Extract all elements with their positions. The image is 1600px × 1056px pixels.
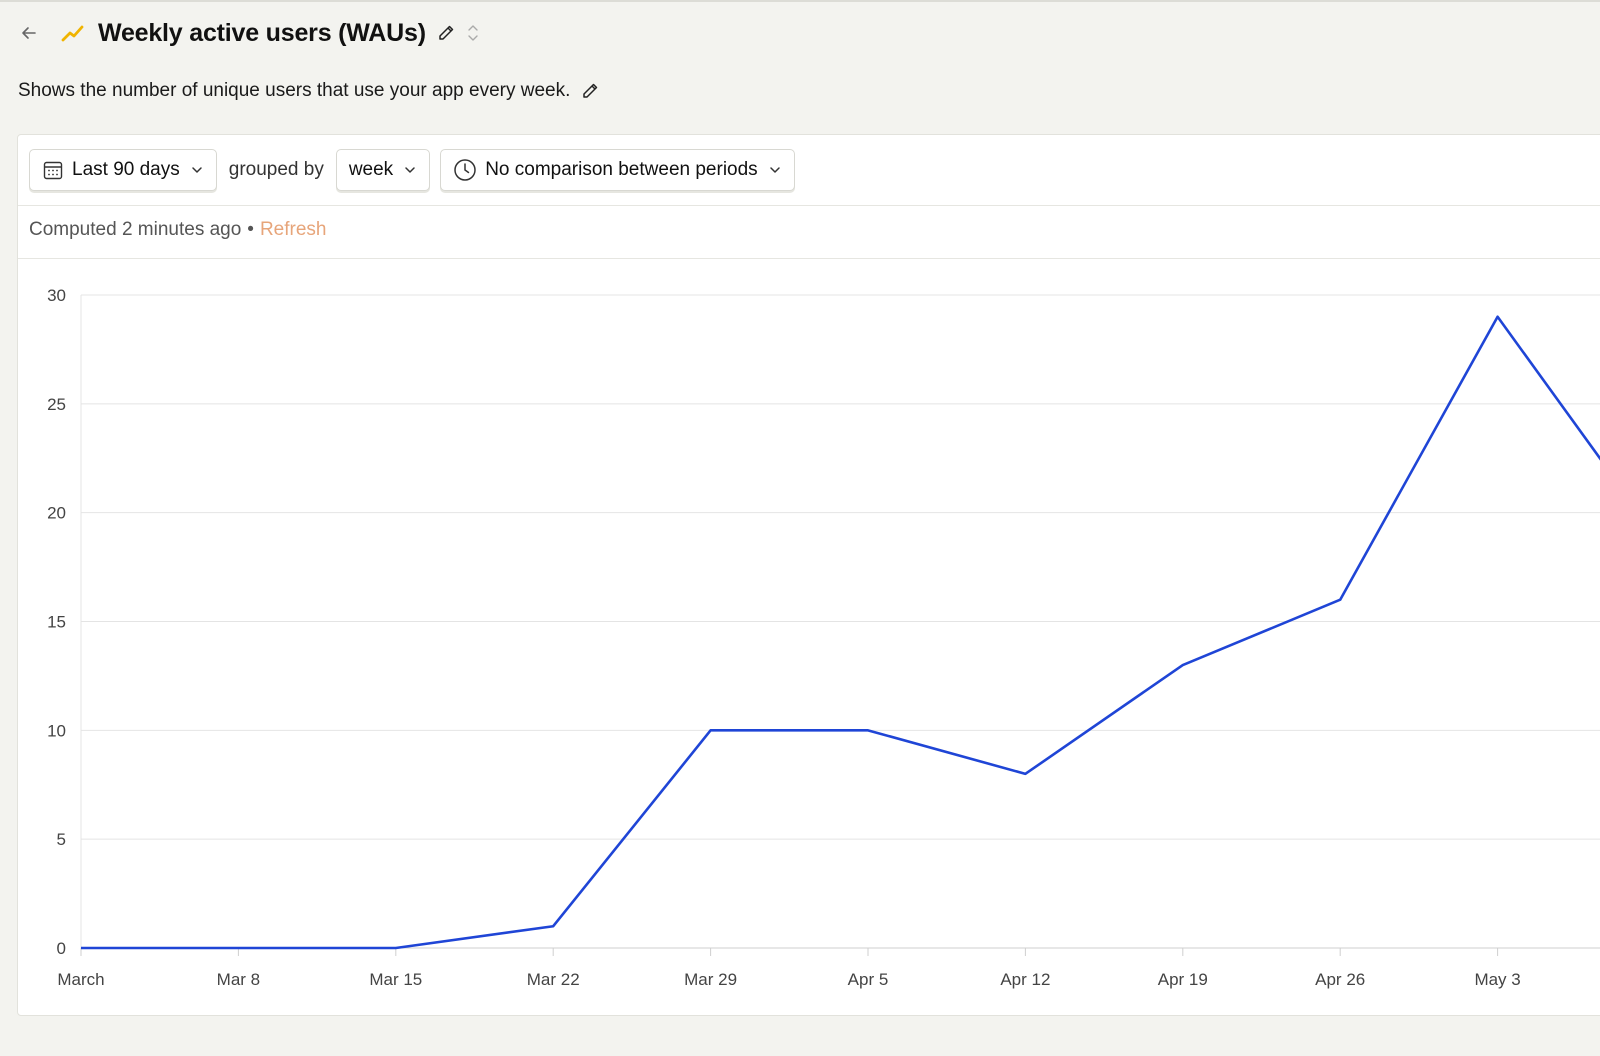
x-tick-label: Apr 5 <box>848 970 889 989</box>
collapse-icon <box>468 25 478 41</box>
y-tick-label: 0 <box>57 939 66 958</box>
date-range-select[interactable]: Last 90 days <box>29 149 217 191</box>
edit-description-button[interactable] <box>580 80 602 102</box>
y-tick-label: 20 <box>47 504 66 523</box>
chart-toolbar: Last 90 days grouped by week No comparis… <box>18 135 1600 206</box>
interval-value: week <box>348 159 394 180</box>
y-tick-label: 15 <box>47 613 66 632</box>
pencil-icon <box>583 83 598 98</box>
status-separator: • <box>247 219 254 240</box>
calendar-icon <box>42 159 64 181</box>
series-line[interactable] <box>81 315 1600 950</box>
insight-description: Shows the number of unique users that us… <box>18 80 571 101</box>
computed-status: Computed 2 minutes ago • Refresh <box>29 219 326 241</box>
x-tick-label: Mar 8 <box>217 970 260 989</box>
chart-panel: Last 90 days grouped by week No comparis… <box>17 134 1600 1016</box>
edit-title-button[interactable] <box>436 22 458 44</box>
grouped-by-label: grouped by <box>228 159 324 180</box>
x-tick-label: Mar 15 <box>369 970 422 989</box>
clock-icon <box>453 158 477 182</box>
pencil-icon <box>439 25 454 40</box>
computed-text: Computed 2 minutes ago <box>29 219 242 240</box>
description-row: Shows the number of unique users that us… <box>18 76 602 106</box>
x-tick-label: Apr 12 <box>1000 970 1050 989</box>
x-tick-label: March <box>57 970 104 989</box>
comparison-value: No comparison between periods <box>485 159 758 180</box>
collapse-button[interactable] <box>466 22 484 44</box>
chevron-down-icon <box>190 163 204 177</box>
arrow-left-icon <box>22 27 36 39</box>
y-tick-label: 10 <box>47 721 66 740</box>
x-tick-label: Mar 22 <box>527 970 580 989</box>
back-button[interactable] <box>18 22 40 44</box>
chart-area: 0 5 10 15 20 25 30 March Mar 8 Mar 15 Mar 22 Mar 2… <box>18 259 1600 1015</box>
date-range-value: Last 90 days <box>72 159 180 180</box>
top-divider <box>0 0 1600 2</box>
y-tick-label: 30 <box>47 286 66 305</box>
chevron-down-icon <box>768 163 782 177</box>
insight-header: Weekly active users (WAUs) <box>18 14 484 52</box>
y-tick-label: 5 <box>57 830 66 849</box>
y-tick-label: 25 <box>47 395 66 414</box>
x-tick-label: Apr 26 <box>1315 970 1365 989</box>
refresh-link[interactable]: Refresh <box>260 219 327 240</box>
chevron-down-icon <box>403 163 417 177</box>
comparison-select[interactable]: No comparison between periods <box>440 149 795 191</box>
x-tick-label: Mar 29 <box>684 970 737 989</box>
page-title: Weekly active users (WAUs) <box>98 18 426 47</box>
trend-line-icon <box>60 20 86 46</box>
x-tick-label: Apr 19 <box>1158 970 1208 989</box>
x-tick-label: May 3 <box>1474 970 1520 989</box>
interval-select[interactable]: week <box>335 149 431 191</box>
line-chart: 0 5 10 15 20 25 30 March Mar 8 Mar 15 Mar 22 Mar 2… <box>47 286 1600 989</box>
